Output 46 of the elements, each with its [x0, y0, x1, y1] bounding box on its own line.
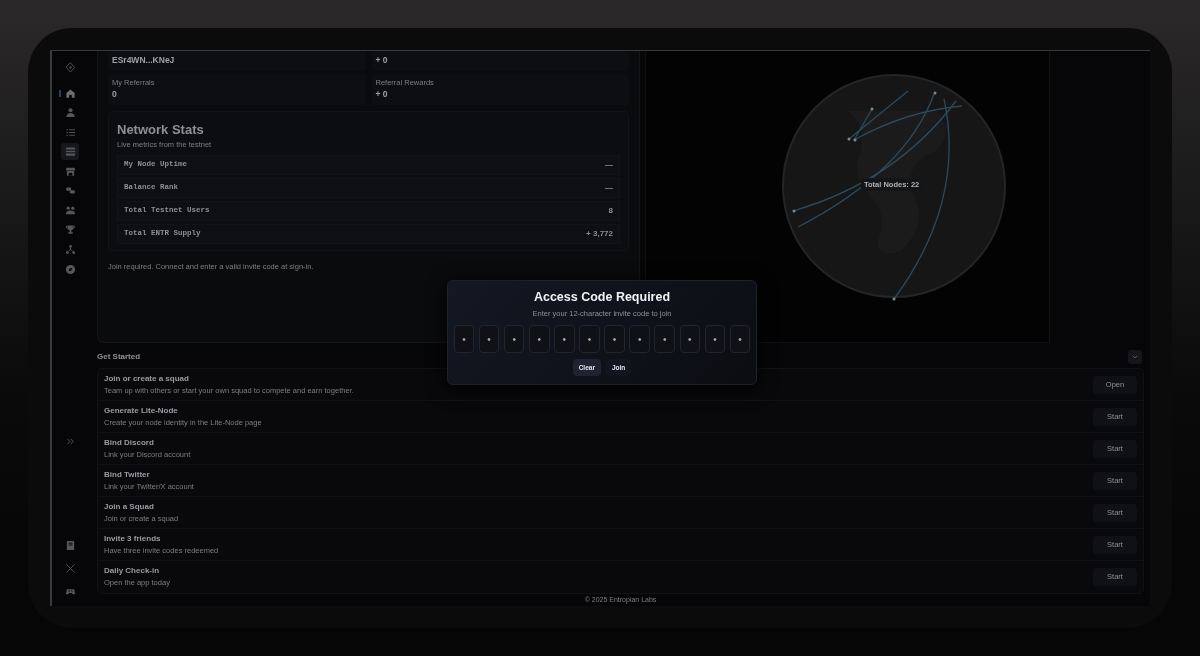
code-input[interactable]: • — [478, 325, 500, 353]
stat-value: ESr4WN...KNeJ — [112, 54, 176, 67]
sidebar-item[interactable] — [61, 143, 79, 161]
stat-value: + 0 — [375, 54, 389, 67]
code-input[interactable]: • — [629, 325, 650, 353]
code-input[interactable]: • — [729, 325, 751, 353]
book-icon — [64, 540, 76, 552]
code-input[interactable]: • — [654, 325, 675, 353]
task-title: Bind Twitter — [104, 468, 151, 481]
task-title: Invite 3 friends — [104, 532, 162, 545]
task-title: Join a Squad — [104, 500, 155, 513]
code-input[interactable]: • — [679, 325, 701, 353]
list-icon — [64, 126, 76, 138]
home-icon — [64, 87, 76, 99]
code-input[interactable]: • — [579, 325, 600, 353]
coins-icon — [64, 185, 76, 197]
stat-value: + 0 — [375, 88, 389, 101]
logo-icon — [64, 62, 76, 73]
section-title: Get Started — [97, 351, 141, 363]
users-icon — [64, 204, 76, 216]
network-icon — [64, 244, 76, 256]
task-title: Generate Lite-Node — [104, 404, 179, 417]
x-icon — [64, 563, 76, 575]
collapse-toggle[interactable] — [1128, 350, 1142, 364]
modal-title: Access Code Required — [532, 291, 672, 305]
store-icon — [64, 165, 76, 177]
compass-icon — [64, 263, 76, 275]
stat-value: + 3,772 — [586, 227, 613, 240]
stat-value: 0 — [112, 88, 118, 101]
code-input[interactable]: • — [503, 325, 525, 353]
code-input[interactable]: • — [704, 325, 726, 353]
table-icon — [64, 146, 76, 158]
trophy-icon — [64, 224, 76, 236]
code-input[interactable]: • — [453, 325, 475, 353]
task-title: Daily Check-in — [104, 565, 161, 578]
user-icon — [64, 107, 76, 119]
chevron-icon — [1131, 353, 1139, 361]
stat-value: — — [605, 158, 613, 171]
section-title: Network Stats — [117, 120, 205, 139]
task-title: Bind Discord — [104, 436, 155, 449]
stat-value: — — [605, 181, 613, 194]
code-input[interactable]: • — [529, 325, 550, 353]
task-title: Join or create a squad — [104, 372, 190, 385]
code-input[interactable]: • — [554, 325, 575, 353]
code-input[interactable]: • — [604, 325, 625, 353]
stat-value: 8 — [608, 204, 613, 217]
